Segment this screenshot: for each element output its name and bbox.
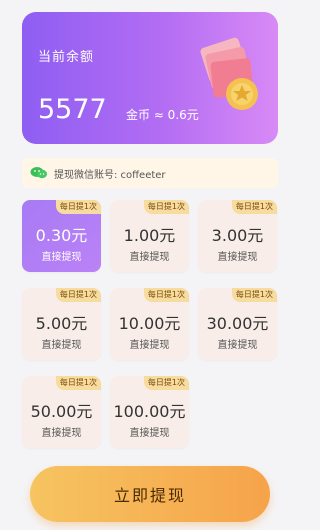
daily-limit-badge: 每日提1次 [143, 288, 189, 302]
withdraw-amount: 100.00元 [113, 402, 186, 421]
balance-unit: 金币 ≈ 0.6元 [126, 108, 199, 122]
withdraw-subtitle: 直接提现 [41, 428, 82, 439]
withdraw-subtitle: 直接提现 [41, 252, 82, 263]
withdraw-subtitle: 直接提现 [129, 428, 170, 439]
withdraw-subtitle: 直接提现 [129, 252, 170, 263]
balance-label: 当前余额 [38, 50, 95, 65]
wechat-icon [30, 167, 47, 179]
daily-limit-badge: 每日提1次 [143, 376, 189, 390]
wechat-account-text: 提现微信账号: coffeeter [54, 169, 166, 181]
daily-limit-badge: 每日提1次 [143, 200, 189, 214]
daily-limit-badge: 每日提1次 [55, 200, 101, 214]
withdraw-option-1.00[interactable]: 每日提1次 1.00元 直接提现 [110, 200, 189, 272]
money-coin-icon [200, 37, 258, 110]
withdraw-now-button[interactable]: 立即提现 [30, 466, 270, 522]
daily-limit-badge: 每日提1次 [55, 288, 101, 302]
withdraw-option-30.00[interactable]: 每日提1次 30.00元 直接提现 [198, 288, 277, 360]
withdraw-option-3.00[interactable]: 每日提1次 3.00元 直接提现 [198, 200, 277, 272]
withdraw-option-0.30[interactable]: 每日提1次 0.30元 直接提现 [22, 200, 101, 272]
withdraw-option-5.00[interactable]: 每日提1次 5.00元 直接提现 [22, 288, 101, 360]
withdraw-subtitle: 直接提现 [217, 340, 258, 351]
withdraw-amount: 3.00元 [211, 226, 264, 245]
withdraw-amount: 1.00元 [123, 226, 176, 245]
withdraw-subtitle: 直接提现 [217, 252, 258, 263]
daily-limit-badge: 每日提1次 [55, 376, 101, 390]
withdraw-amount: 50.00元 [30, 402, 93, 421]
withdraw-option-10.00[interactable]: 每日提1次 10.00元 直接提现 [110, 288, 189, 360]
withdraw-option-100.00[interactable]: 每日提1次 100.00元 直接提现 [110, 376, 189, 448]
balance-card: 当前余额 5577 金币 ≈ 0.6元 [22, 12, 278, 144]
wechat-account-bar: 提现微信账号: coffeeter [22, 158, 278, 188]
daily-limit-badge: 每日提1次 [231, 200, 277, 214]
withdraw-subtitle: 直接提现 [129, 340, 170, 351]
daily-limit-badge: 每日提1次 [231, 288, 277, 302]
withdraw-amount: 10.00元 [118, 314, 181, 333]
withdraw-subtitle: 直接提现 [41, 340, 82, 351]
withdraw-amount: 0.30元 [35, 226, 88, 245]
withdraw-amount: 5.00元 [35, 314, 88, 333]
withdraw-option-50.00[interactable]: 每日提1次 50.00元 直接提现 [22, 376, 101, 448]
balance-amount: 5577 [38, 94, 107, 125]
withdraw-amount: 30.00元 [206, 314, 269, 333]
